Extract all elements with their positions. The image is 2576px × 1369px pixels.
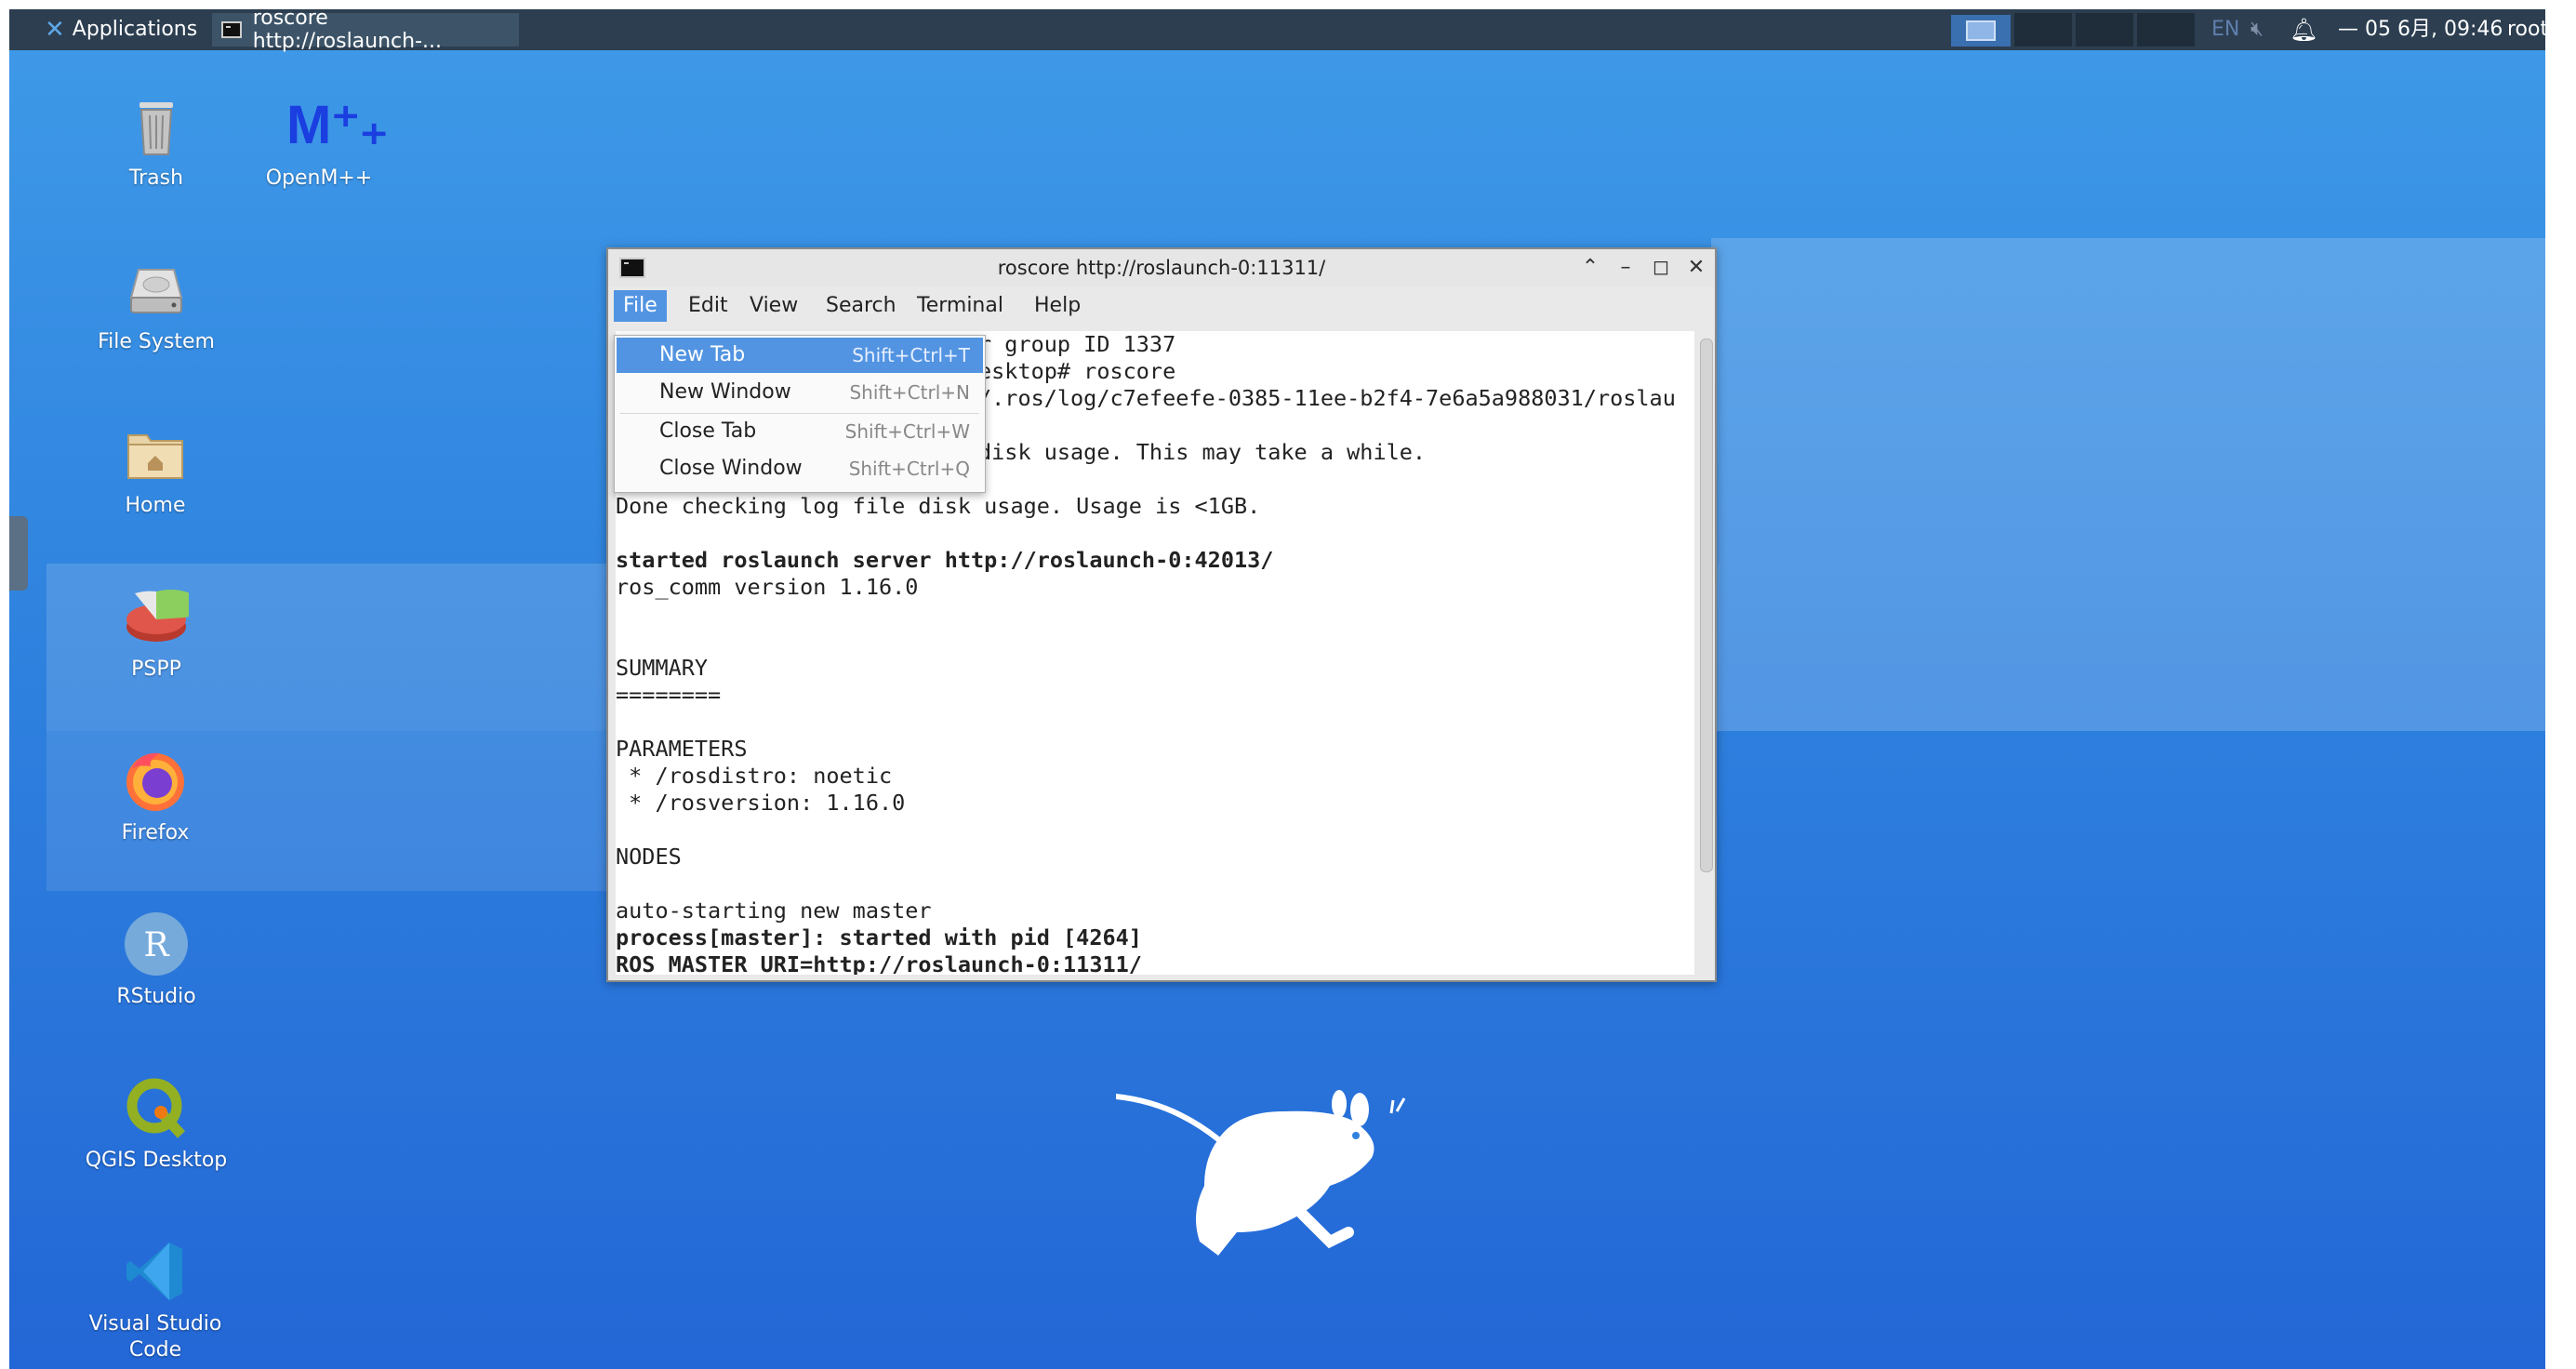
desktop-icon-vscode[interactable]: Visual Studio Code — [76, 1239, 234, 1363]
minimize-button[interactable]: – — [1611, 253, 1640, 283]
menu-bar: File Edit View Search Terminal Help — [608, 286, 1715, 324]
panel-slot — [2014, 13, 2072, 47]
applications-label: Applications — [72, 18, 198, 41]
terminal-line: NODES — [616, 844, 682, 870]
menu-help[interactable]: Help — [1025, 290, 1090, 322]
desktop-icon-home[interactable]: Home — [76, 420, 234, 519]
terminal-line: auto-starting new master — [616, 897, 932, 924]
terminal-line: ros_comm version 1.16.0 — [616, 574, 919, 600]
menu-item-close-tab[interactable]: Close Tab Shift+Ctrl+W — [617, 414, 983, 449]
desktop-icon-label: Home — [125, 494, 186, 517]
desktop-icon-label: PSPP — [131, 658, 181, 681]
taskbar-item-label: roscore http://roslaunch-... — [252, 9, 443, 53]
keyboard-layout-indicator[interactable]: EN — [2211, 9, 2239, 50]
desktop-icon-label: QGIS Desktop — [85, 1149, 228, 1172]
firefox-icon — [123, 748, 188, 813]
desktop-icon-file-system[interactable]: File System — [77, 257, 235, 355]
menu-item-shortcut: Shift+Ctrl+T — [852, 344, 970, 366]
terminal-line: process[master]: started with pid [4264] — [616, 924, 1142, 950]
desktop-icon-label: Firefox — [121, 821, 190, 844]
menu-item-shortcut: Shift+Ctrl+W — [844, 420, 970, 443]
menu-terminal[interactable]: Terminal — [908, 290, 1013, 322]
desktop-band — [1711, 238, 2545, 731]
taskbar-item-terminal[interactable]: roscore http://roslaunch-... — [212, 9, 519, 53]
shade-button[interactable]: ⌃ — [1575, 253, 1605, 283]
menu-item-label: Close Window — [659, 457, 803, 480]
user-menu[interactable]: root — [2507, 9, 2545, 50]
terminal-line: SUMMARY — [616, 655, 709, 681]
desktop-icon-qgis[interactable]: QGIS Desktop — [77, 1075, 235, 1174]
menu-search[interactable]: Search — [817, 290, 906, 322]
pspp-icon — [124, 584, 201, 649]
desktop-icon-firefox[interactable]: Firefox — [76, 748, 234, 846]
maximize-button[interactable]: ◻ — [1646, 253, 1676, 283]
volume-muted-icon[interactable]: 🔇︎ — [2251, 9, 2264, 50]
menu-item-label: New Tab — [659, 343, 746, 366]
menu-item-close-window[interactable]: Close Window Shift+Ctrl+Q — [617, 451, 983, 486]
menu-view[interactable]: View — [740, 290, 807, 322]
terminal-line: disk usage. This may take a while. — [978, 439, 1427, 465]
terminal-line: /.ros/log/c7efeefe-0385-11ee-b2f4-7e6a5a… — [978, 385, 1676, 411]
side-panel-handle[interactable] — [9, 516, 28, 591]
qgis-icon — [124, 1075, 189, 1140]
xfce-mouse-logo-icon — [1113, 1083, 1441, 1273]
menu-item-shortcut: Shift+Ctrl+N — [849, 381, 970, 404]
panel-slot — [2137, 13, 2195, 47]
applications-menu-button[interactable]: ✕ Applications ⋮ — [45, 9, 225, 50]
menu-item-new-window[interactable]: New Window Shift+Ctrl+N — [617, 375, 983, 410]
desktop-icon-label: RStudio — [116, 985, 196, 1008]
terminal-line: ROS_MASTER_URI=http://roslaunch-0:11311/ — [616, 951, 1142, 975]
window-title-bar[interactable]: roscore http://roslaunch-0:11311/ ⌃ – ◻ … — [608, 249, 1715, 286]
terminal-line: Done checking log file disk usage. Usage… — [616, 493, 1261, 519]
openm-logo-text: M⁺₊ — [286, 95, 389, 155]
menu-item-label: Close Tab — [659, 419, 757, 443]
notification-bell-icon[interactable]: 🔔︎ — [2290, 9, 2317, 50]
clock[interactable]: — 05 6月, 09:46 — [2338, 9, 2503, 50]
desktop-icon-openm[interactable]: M⁺₊ OpenM++ — [240, 93, 398, 192]
xfce-icon: ✕ — [45, 16, 65, 44]
window-title: roscore http://roslaunch-0:11311/ — [997, 257, 1326, 279]
vscode-icon — [123, 1239, 188, 1304]
file-menu-dropdown: New Tab Shift+Ctrl+T New Window Shift+Ct… — [614, 335, 986, 493]
menu-item-shortcut: Shift+Ctrl+Q — [848, 458, 970, 480]
terminal-line: * /rosdistro: noetic — [616, 763, 893, 789]
workspace-icon — [1966, 20, 1996, 41]
desktop-icon-label: File System — [98, 330, 215, 353]
terminal-line: * /rosversion: 1.16.0 — [616, 790, 906, 816]
terminal-line: ======== — [616, 682, 722, 708]
menu-item-new-tab[interactable]: New Tab Shift+Ctrl+T — [617, 338, 983, 373]
terminal-line: esktop# roscore — [978, 358, 1176, 384]
menu-edit[interactable]: Edit — [679, 290, 737, 322]
desktop: ✕ Applications ⋮ roscore http://roslaunc… — [9, 9, 2545, 1369]
hard-drive-icon — [124, 257, 189, 322]
trash-icon — [124, 93, 189, 158]
close-button[interactable]: ✕ — [1681, 253, 1711, 283]
menu-file[interactable]: File — [614, 290, 667, 322]
terminal-line: r group ID 1337 — [978, 331, 1176, 357]
desktop-icon-rstudio[interactable]: R RStudio — [77, 911, 235, 1010]
desktop-icon-label: OpenM++ — [265, 166, 373, 190]
workspace-switcher[interactable] — [1951, 15, 2011, 47]
top-panel: ✕ Applications ⋮ roscore http://roslaunc… — [9, 9, 2545, 53]
terminal-line: started roslaunch server http://roslaunc… — [616, 547, 1274, 573]
terminal-scrollbar[interactable] — [1700, 339, 1713, 872]
desktop-icon-trash[interactable]: Trash — [77, 93, 235, 192]
menu-item-label: New Window — [659, 380, 791, 404]
panel-slot — [2076, 13, 2133, 47]
openm-logo-icon: M⁺₊ — [286, 93, 389, 158]
terminal-icon — [221, 21, 242, 38]
svg-text:R: R — [143, 926, 169, 964]
terminal-line: PARAMETERS — [616, 736, 748, 762]
desktop-icon-pspp[interactable]: PSPP — [77, 584, 235, 683]
desktop-icon-label: Trash — [128, 166, 184, 190]
home-folder-icon — [123, 420, 188, 485]
desktop-icon-label: Visual Studio Code — [88, 1312, 222, 1362]
rstudio-icon: R — [124, 911, 189, 977]
